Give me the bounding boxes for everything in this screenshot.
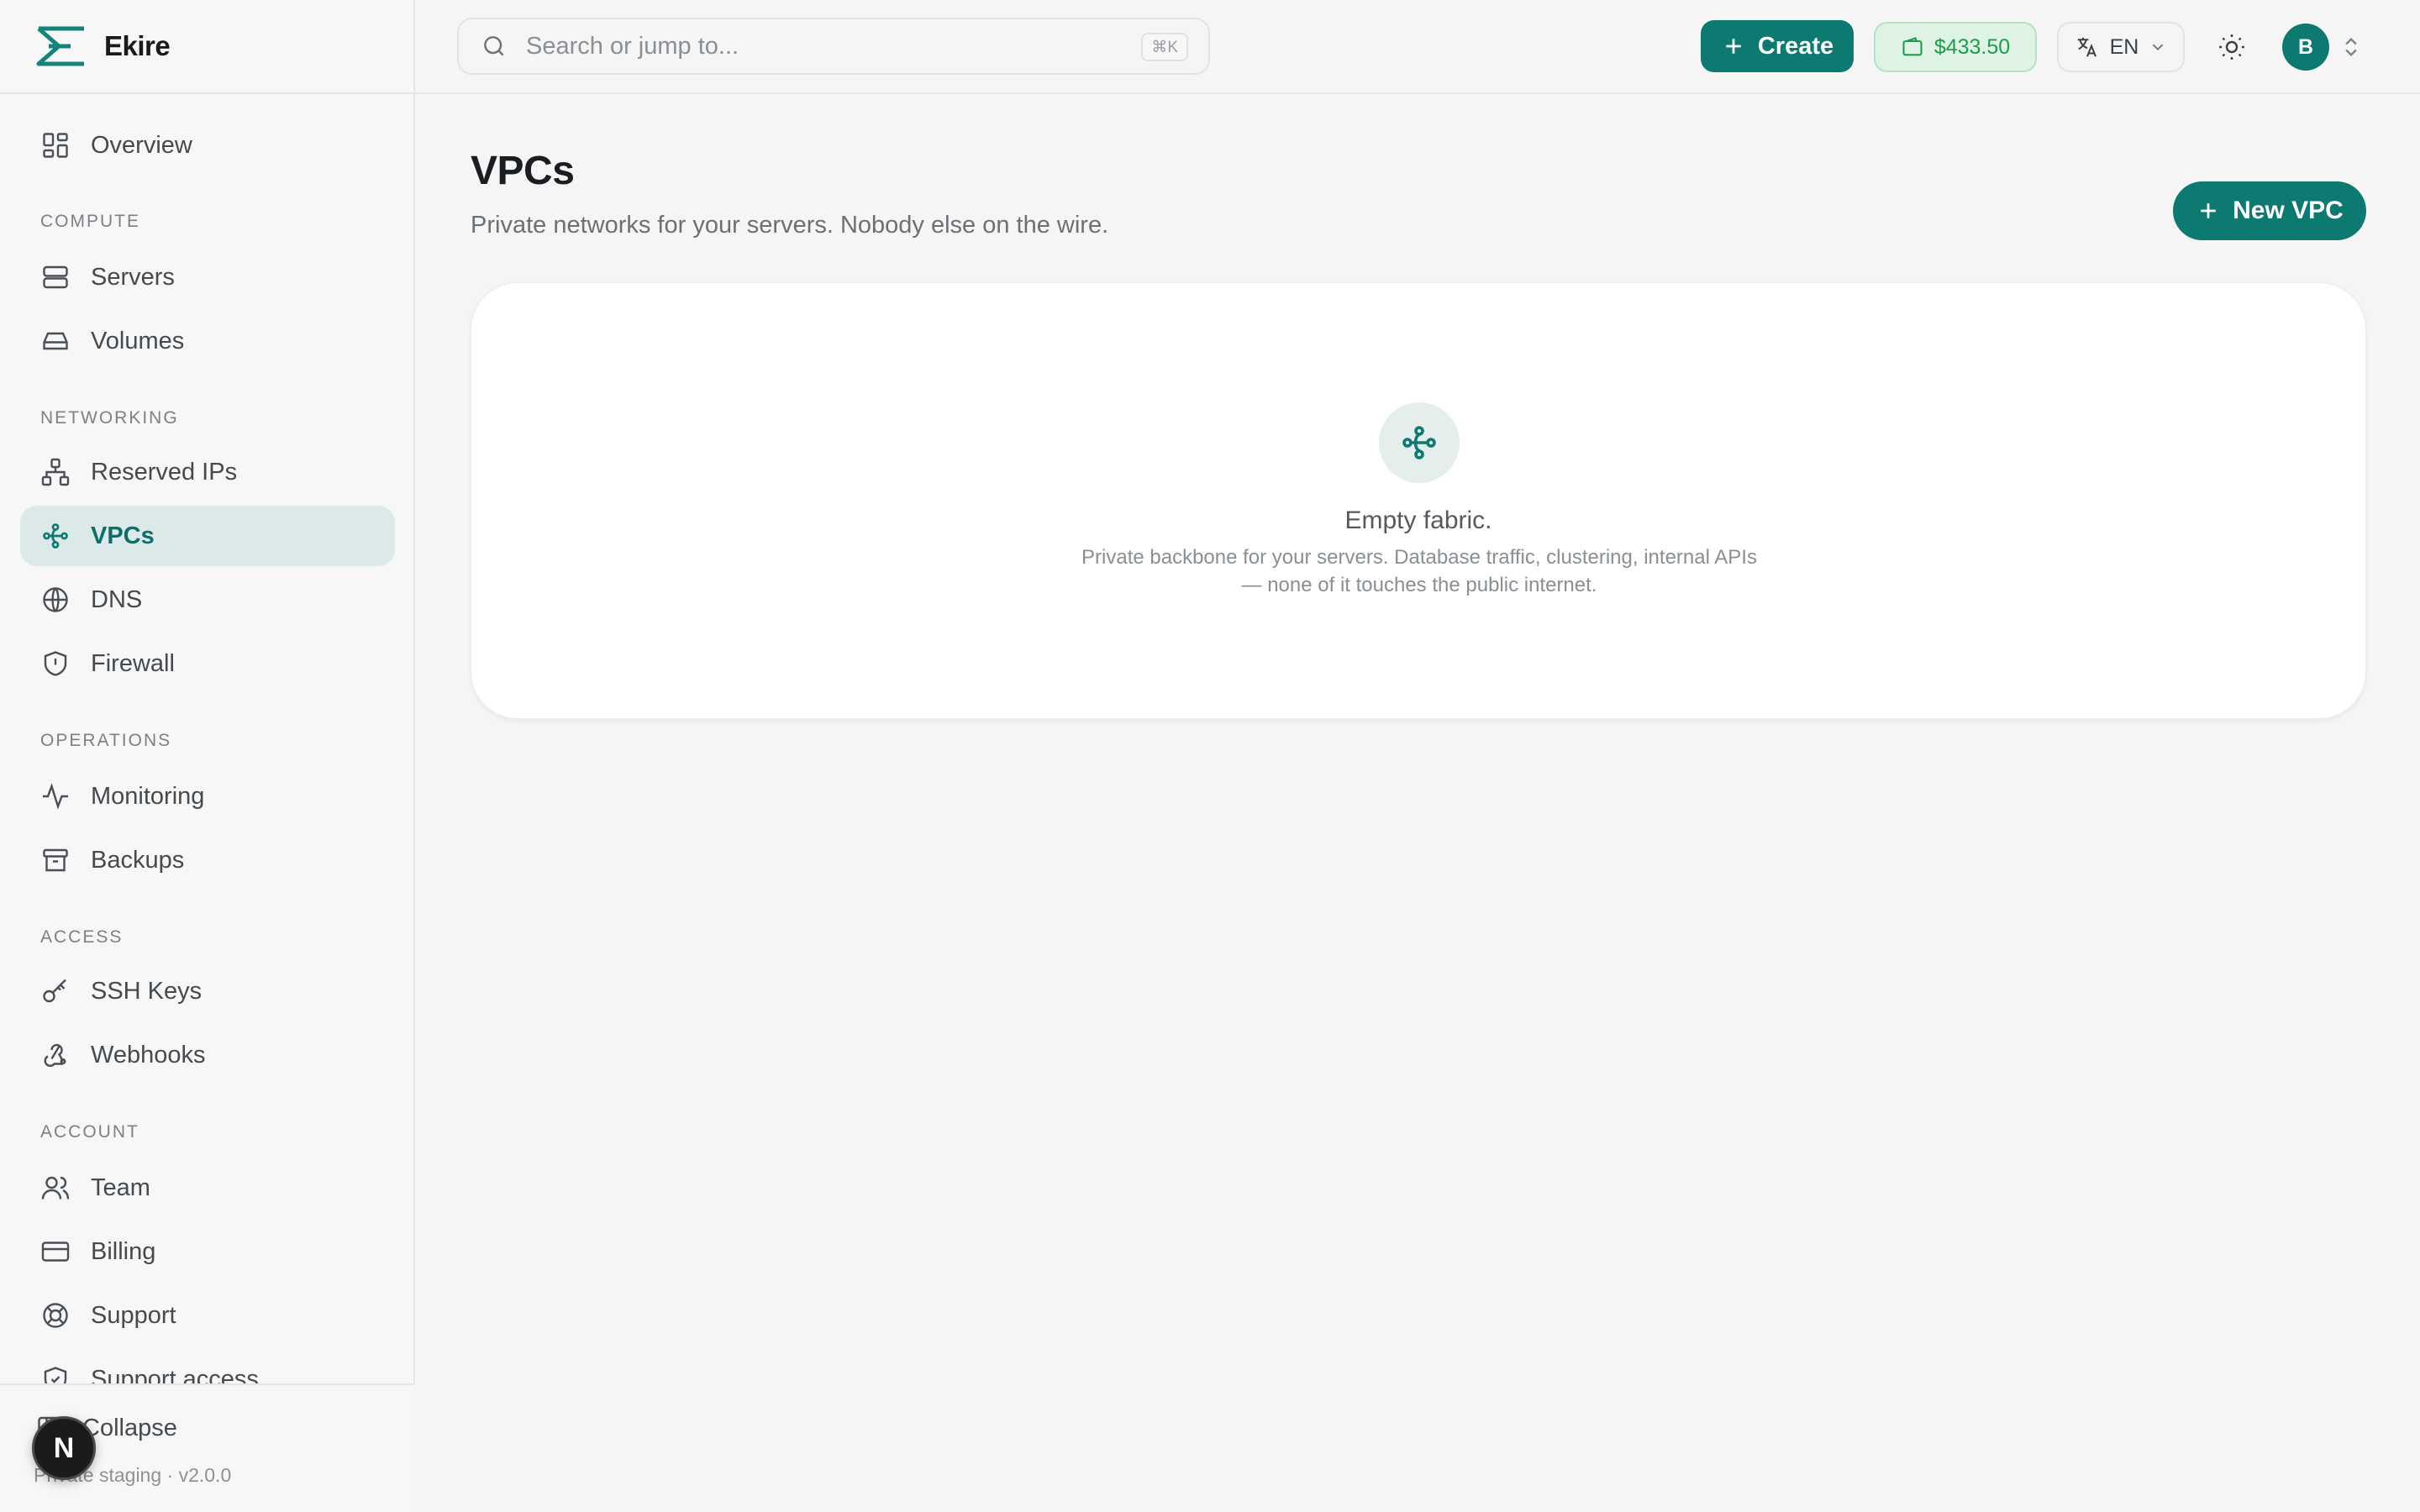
sidebar-item-label: Servers (91, 263, 175, 291)
users-icon (40, 1173, 71, 1203)
section-operations: OPERATIONS (40, 731, 172, 750)
vpc-icon (1379, 402, 1460, 483)
server-icon (40, 262, 71, 292)
wallet-icon (1901, 35, 1924, 59)
dev-tools-badge[interactable]: N (32, 1416, 96, 1480)
plus-icon (1721, 34, 1746, 59)
balance-amount: $433.50 (1933, 34, 2011, 59)
new-vpc-button[interactable]: New VPC (2173, 181, 2366, 240)
activity-icon (40, 781, 71, 811)
ekire-logo-icon (34, 24, 89, 68)
create-button[interactable]: Create (1701, 20, 1854, 72)
sidebar-item-dns[interactable]: DNS (20, 570, 395, 630)
sidebar-item-monitoring[interactable]: Monitoring (20, 766, 395, 827)
empty-state-title: Empty fabric. (1344, 507, 1492, 534)
brand[interactable]: Ekire (0, 0, 413, 94)
sidebar-item-billing[interactable]: Billing (20, 1221, 395, 1282)
sidebar-item-reserved-ips[interactable]: Reserved IPs (20, 442, 395, 502)
sidebar-item-support-access[interactable]: Support access (20, 1349, 395, 1383)
chevron-down-icon (2149, 38, 2167, 56)
lifebuoy-icon (40, 1300, 71, 1331)
search-shortcut: ⌘K (1141, 33, 1188, 61)
section-account: ACCOUNT (40, 1122, 139, 1142)
search-box[interactable]: ⌘K (457, 18, 1210, 75)
sidebar-item-support[interactable]: Support (20, 1285, 395, 1346)
sidebar-item-label: DNS (91, 585, 143, 613)
balance-button[interactable]: $433.50 (1874, 22, 2037, 72)
sidebar-item-label: Backups (91, 846, 185, 874)
search-input[interactable] (526, 32, 1114, 60)
credit-card-icon (40, 1236, 71, 1267)
sun-icon (2217, 32, 2247, 62)
search-icon (481, 33, 508, 60)
new-vpc-label: New VPC (2233, 197, 2344, 224)
archive-icon (40, 845, 71, 875)
sidebar-item-team[interactable]: Team (20, 1158, 395, 1218)
empty-state-description: Private backbone for your servers. Datab… (1081, 546, 1757, 596)
sidebar-item-backups[interactable]: Backups (20, 830, 395, 890)
sidebar-item-label: SSH Keys (91, 977, 203, 1005)
topbar: ⌘K Create $433.50 EN B (415, 0, 2420, 94)
section-networking: NETWORKING (40, 408, 179, 428)
theme-toggle[interactable] (2212, 27, 2252, 67)
sidebar-item-label: Firewall (91, 649, 175, 677)
brand-name: Ekire (104, 30, 171, 61)
sidebar-item-overview[interactable]: Overview (20, 115, 395, 176)
sidebar-item-label: Support (91, 1301, 176, 1329)
sidebar-item-vpcs[interactable]: VPCs (20, 506, 395, 566)
sidebar-item-label: Team (91, 1173, 150, 1201)
sidebar-item-label: Monitoring (91, 782, 205, 810)
avatar[interactable]: B (2282, 24, 2329, 71)
drive-icon (40, 326, 71, 356)
sidebar-item-webhooks[interactable]: Webhooks (20, 1025, 395, 1085)
sidebar-item-label: Overview (91, 131, 192, 159)
grid-icon (40, 130, 71, 160)
section-compute: COMPUTE (40, 212, 140, 231)
globe-icon (40, 585, 71, 615)
page-subtitle: Private networks for your servers. Nobod… (471, 212, 1109, 239)
sidebar-item-volumes[interactable]: Volumes (20, 311, 395, 371)
sidebar-item-label: Billing (91, 1237, 156, 1265)
network-icon (40, 457, 71, 487)
sidebar-nav: Overview COMPUTE Servers Volumes NETWORK… (0, 94, 415, 1383)
language-select[interactable]: EN (2057, 22, 2185, 72)
sidebar: Ekire Overview COMPUTE Servers Volumes N… (0, 0, 415, 1512)
vpc-icon (40, 521, 71, 551)
collapse-label: Collapse (82, 1414, 177, 1441)
empty-state-card: Empty fabric. Private backbone for your … (471, 282, 2366, 719)
page-title: VPCs (471, 149, 575, 193)
webhook-icon (40, 1040, 71, 1070)
chevron-up-down-icon[interactable] (2339, 34, 2363, 60)
shield-check-icon (40, 1364, 71, 1383)
key-icon (40, 976, 71, 1006)
sidebar-item-label: VPCs (91, 522, 155, 549)
shield-icon (40, 648, 71, 679)
language-label: EN (2109, 34, 2139, 59)
sidebar-item-label: Support access (91, 1365, 259, 1384)
plus-icon (2196, 198, 2221, 223)
sidebar-item-ssh-keys[interactable]: SSH Keys (20, 961, 395, 1021)
sidebar-item-servers[interactable]: Servers (20, 247, 395, 307)
translate-icon (2075, 34, 2100, 60)
create-label: Create (1757, 32, 1834, 60)
section-access: ACCESS (40, 927, 124, 947)
sidebar-item-label: Reserved IPs (91, 458, 238, 486)
sidebar-item-label: Volumes (91, 327, 185, 354)
sidebar-item-firewall[interactable]: Firewall (20, 633, 395, 694)
sidebar-item-label: Webhooks (91, 1041, 206, 1068)
